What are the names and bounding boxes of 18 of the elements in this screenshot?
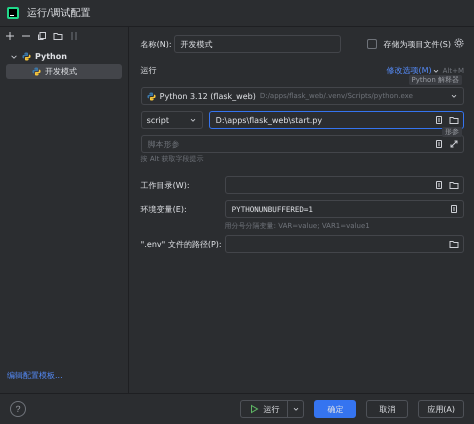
field-label: ".env" 文件的路径(P): — [140, 238, 223, 250]
field-label: 环境变量(E): — [140, 204, 188, 214]
field-label: 工作目录(W): — [140, 180, 191, 190]
script-path-input[interactable]: D:\apps\flask_web\start.py — [208, 111, 464, 129]
apply-button[interactable]: 应用(A) — [418, 400, 464, 418]
name-label: 名称(N): — [140, 38, 173, 50]
tree-item[interactable]: Python — [6, 49, 122, 64]
name-input[interactable]: 开发模式 — [174, 35, 341, 53]
window-title: 运行/调试配置 — [27, 6, 90, 20]
edit-templates-link[interactable]: 编辑配置模板... — [7, 370, 128, 381]
script-dropdown[interactable]: script — [140, 111, 203, 129]
cancel-button[interactable]: 取消 — [366, 400, 408, 418]
section-title: 运行 — [140, 65, 157, 76]
run-button[interactable]: 运行 — [240, 400, 288, 418]
help-button[interactable]: ? — [10, 401, 26, 417]
store-label: 存储为项目文件(S) — [384, 38, 451, 50]
modify-options-link[interactable]: 修改选项(M) — [386, 65, 432, 76]
tree-item[interactable]: 开发模式 — [6, 64, 122, 79]
